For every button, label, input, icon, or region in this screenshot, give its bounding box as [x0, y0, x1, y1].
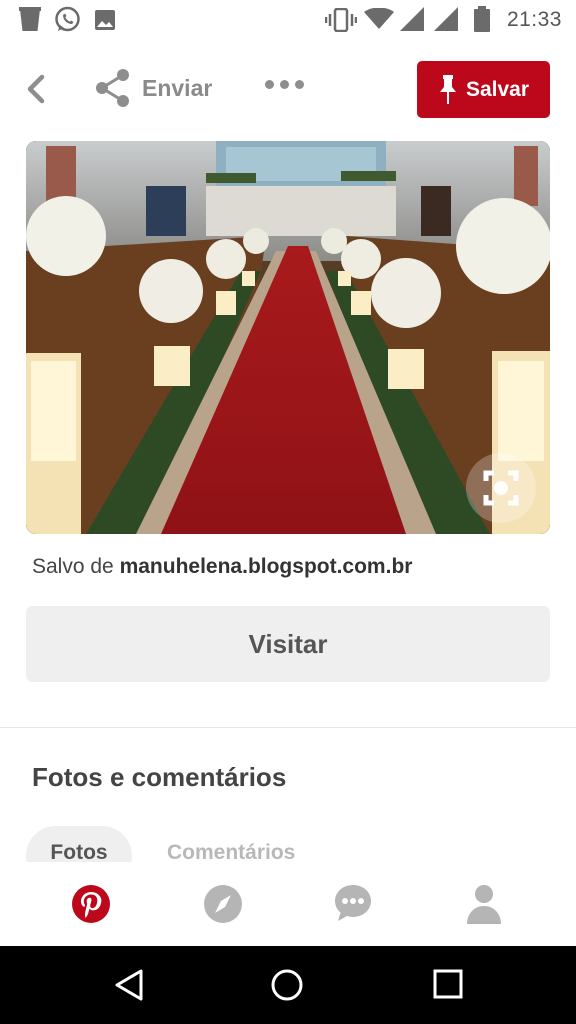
signal-icon — [400, 7, 424, 31]
tab-comments[interactable]: Comentários — [167, 826, 295, 862]
whatsapp-icon — [55, 6, 80, 32]
explore-compass-icon[interactable] — [203, 884, 243, 924]
save-button[interactable]: Salvar — [417, 61, 550, 118]
visit-button[interactable]: Visitar — [26, 606, 550, 682]
back-arrow-icon[interactable] — [20, 72, 54, 106]
profile-icon[interactable] — [466, 884, 502, 924]
battery-icon — [474, 6, 490, 32]
android-recents-icon[interactable] — [432, 968, 464, 1000]
section-divider — [0, 727, 576, 728]
more-options-icon[interactable] — [265, 80, 304, 89]
share-label: Enviar — [142, 74, 213, 101]
bottom-navigation — [0, 862, 576, 946]
signal-icon — [434, 7, 458, 31]
pushpin-icon — [439, 74, 456, 104]
clock: 21:33 — [506, 8, 562, 31]
share-icon — [96, 69, 129, 107]
saved-from-text: Salvo de manuhelena.blogspot.com.br — [32, 555, 412, 579]
photos-comments-tabs: Fotos Comentários — [26, 826, 566, 862]
android-back-icon[interactable] — [112, 968, 146, 1002]
vibrate-icon — [325, 8, 357, 32]
pin-header: Enviar Salvar — [0, 50, 576, 130]
visual-search-icon[interactable] — [466, 453, 536, 523]
pinterest-home-icon[interactable] — [71, 884, 111, 924]
status-bar: 21:33 — [0, 0, 576, 40]
pin-image[interactable] — [26, 141, 550, 534]
source-domain-link[interactable]: manuhelena.blogspot.com.br — [120, 555, 413, 578]
messages-icon[interactable] — [334, 884, 372, 922]
saved-from-prefix: Salvo de — [32, 555, 114, 578]
share-button[interactable]: Enviar — [94, 68, 212, 108]
save-label: Salvar — [465, 77, 530, 101]
photos-comments-heading: Fotos e comentários — [32, 762, 287, 792]
trash-icon — [19, 7, 41, 31]
wifi-icon — [364, 8, 394, 29]
android-navigation-bar — [0, 946, 576, 1024]
android-home-icon[interactable] — [270, 968, 304, 1002]
image-icon — [95, 10, 115, 30]
tab-photos[interactable]: Fotos — [26, 826, 132, 862]
